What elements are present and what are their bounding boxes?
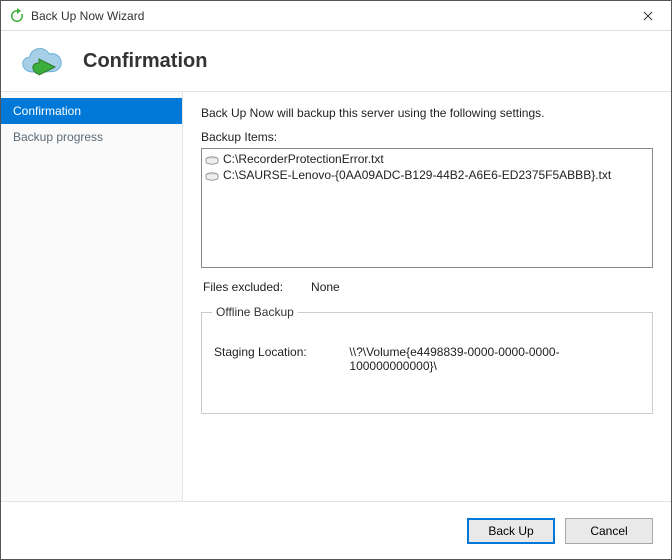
intro-text: Back Up Now will backup this server usin… bbox=[201, 106, 653, 120]
list-item-label: C:\SAURSE-Lenovo-{0AA09ADC-B129-44B2-A6E… bbox=[223, 167, 611, 183]
files-excluded-label: Files excluded: bbox=[203, 280, 283, 294]
offline-backup-group: Offline Backup Staging Location: \\?\Vol… bbox=[201, 312, 653, 414]
titlebar: Back Up Now Wizard bbox=[1, 1, 671, 31]
close-icon bbox=[643, 11, 653, 21]
sidebar-item-confirmation[interactable]: Confirmation bbox=[1, 98, 182, 124]
cloud-backup-icon bbox=[15, 42, 69, 80]
backup-items-list[interactable]: C:\RecorderProtectionError.txt C:\SAURSE… bbox=[201, 148, 653, 268]
list-item-label: C:\RecorderProtectionError.txt bbox=[223, 151, 384, 167]
disk-icon bbox=[205, 154, 219, 164]
list-item[interactable]: C:\SAURSE-Lenovo-{0AA09ADC-B129-44B2-A6E… bbox=[205, 167, 649, 183]
list-item[interactable]: C:\RecorderProtectionError.txt bbox=[205, 151, 649, 167]
staging-location-value: \\?\Volume{e4498839-0000-0000-0000-10000… bbox=[349, 345, 640, 373]
files-excluded-value: None bbox=[311, 280, 340, 294]
cancel-button[interactable]: Cancel bbox=[565, 518, 653, 544]
main-panel: Back Up Now will backup this server usin… bbox=[183, 92, 671, 501]
sidebar-item-label: Confirmation bbox=[13, 104, 81, 118]
close-button[interactable] bbox=[627, 2, 669, 30]
sidebar-item-backup-progress[interactable]: Backup progress bbox=[1, 124, 182, 150]
staging-location-label: Staging Location: bbox=[214, 345, 321, 373]
offline-backup-legend: Offline Backup bbox=[212, 305, 298, 319]
sidebar-item-label: Backup progress bbox=[13, 130, 103, 144]
disk-icon bbox=[205, 170, 219, 180]
header: Confirmation bbox=[1, 31, 671, 91]
back-up-button[interactable]: Back Up bbox=[467, 518, 555, 544]
backup-items-label: Backup Items: bbox=[201, 130, 653, 144]
page-title: Confirmation bbox=[83, 50, 207, 73]
sidebar: Confirmation Backup progress bbox=[1, 92, 183, 501]
window-title: Back Up Now Wizard bbox=[31, 9, 144, 23]
refresh-icon bbox=[9, 8, 25, 24]
footer: Back Up Cancel bbox=[1, 501, 671, 559]
